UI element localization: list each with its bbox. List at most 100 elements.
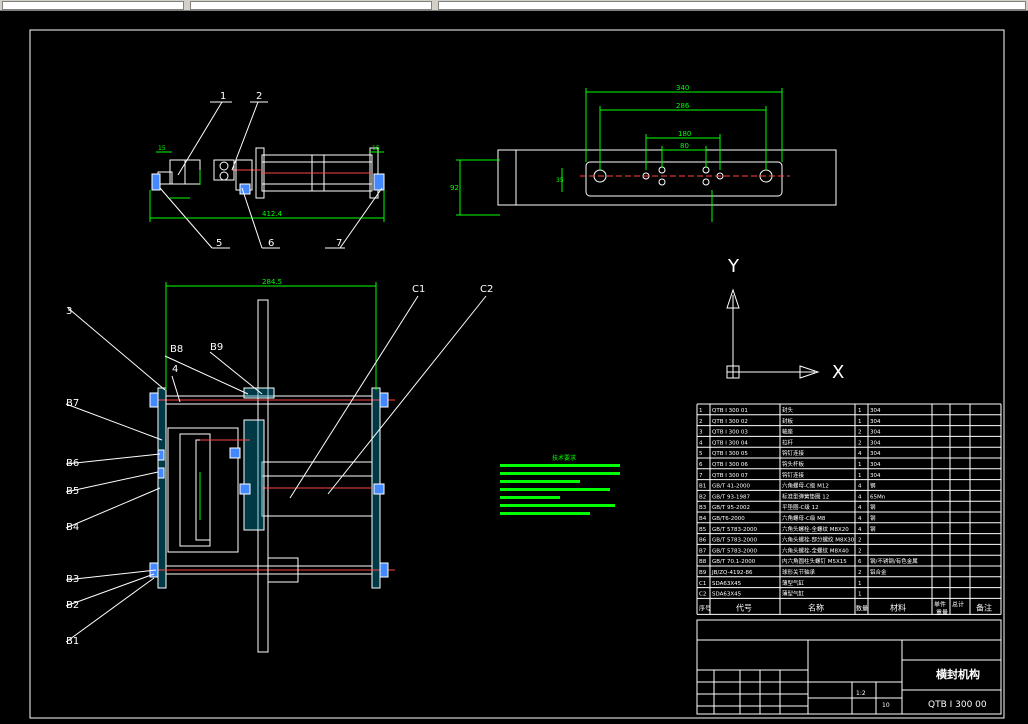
bom-cell-qty: 4 bbox=[858, 505, 862, 511]
bom-cell-no: B6 bbox=[699, 538, 707, 544]
bom-cell-name: 六角螺母-C级 M12 bbox=[782, 482, 829, 490]
bom-cell-name: 平垫圈-C级 12 bbox=[782, 503, 819, 511]
bom-cell-qty: 1 bbox=[858, 462, 862, 468]
dim-plate-height: 92 bbox=[450, 184, 459, 192]
bom-cell-qty: 2 bbox=[858, 440, 862, 446]
cad-drawing-canvas[interactable]: 412.4 15 15 1 2 5 6 7 340 286 180 80 92 … bbox=[0, 10, 1028, 724]
balloon-b2: B2 bbox=[66, 600, 79, 611]
balloon-b3: B3 bbox=[66, 574, 79, 585]
bom-cell-material: 304 bbox=[870, 473, 881, 479]
bom-cell-code: GB/T 5783-2000 bbox=[712, 538, 757, 544]
bom-cell-no: B9 bbox=[699, 570, 707, 576]
top-view bbox=[151, 147, 385, 199]
balloon-b7: B7 bbox=[66, 398, 79, 409]
front-view-fasteners bbox=[149, 392, 389, 578]
bom-cell-code: QTB I 300 03 bbox=[712, 430, 748, 436]
bom-cell-code: QTB I 300 05 bbox=[712, 451, 748, 457]
balloon-b5: B5 bbox=[66, 486, 79, 497]
bom-cell-code: SDA63X45 bbox=[712, 581, 742, 587]
bom-cell-code: QTB I 300 02 bbox=[712, 419, 748, 425]
bom-cell-code: GB/T 5783-2000 bbox=[712, 548, 757, 554]
axis-y-label: Y bbox=[727, 256, 740, 277]
bom-cell-material: 304 bbox=[870, 440, 881, 446]
bom-cell-code: QTB I 300 04 bbox=[712, 440, 748, 446]
bom-cell-material: 304 bbox=[870, 462, 881, 468]
bom-cell-name: 内六角圆柱头螺钉 M5X15 bbox=[782, 557, 847, 565]
dim-plate-outer: 340 bbox=[676, 84, 689, 92]
front-view-labels: 3 B8 B9 4 B7 B6 B5 B4 B3 B2 B1 C1 C2 bbox=[66, 284, 493, 647]
balloon-b1: B1 bbox=[66, 636, 79, 647]
axis-x-label: X bbox=[832, 362, 844, 383]
bom-cell-code: GB/T 93-1987 bbox=[712, 494, 750, 500]
balloon-c2: C2 bbox=[480, 284, 493, 295]
bom-cell-qty: 4 bbox=[858, 516, 862, 522]
bom-cell-no: 3 bbox=[699, 430, 703, 436]
bom-header-unit: 单件 bbox=[934, 600, 946, 608]
balloon-b6: B6 bbox=[66, 458, 79, 469]
bom-header-name: 名称 bbox=[808, 602, 824, 612]
dim-front-width: 284.5 bbox=[262, 278, 282, 286]
balloon-2: 2 bbox=[256, 91, 262, 102]
dim-plate-hole: 80 bbox=[680, 142, 689, 150]
dim-top-left: 15 bbox=[158, 145, 166, 152]
balloon-4: 4 bbox=[172, 364, 178, 375]
bom-cell-no: 1 bbox=[699, 408, 703, 414]
bom-cell-name: 六角头螺栓-部分螺纹 M8X30 bbox=[782, 536, 855, 544]
bom-cell-name: 轴座 bbox=[782, 428, 794, 436]
bom-cell-qty: 4 bbox=[858, 484, 862, 490]
bom-cell-material: 钢 bbox=[870, 503, 876, 511]
balloon-b8: B8 bbox=[170, 344, 183, 355]
bom-cell-no: B8 bbox=[699, 559, 707, 565]
title-block-drawing-no: QTB I 300 00 bbox=[928, 700, 987, 710]
bom-cell-material: 304 bbox=[870, 408, 881, 414]
bom-cell-no: C2 bbox=[699, 592, 706, 598]
bom-cell-name: 六角头螺栓-全螺纹 M8X40 bbox=[782, 546, 849, 554]
bom-cell-name: 薄型气缸 bbox=[782, 590, 805, 598]
dim-top-overall: 412.4 bbox=[262, 210, 283, 218]
bom-cell-no: 4 bbox=[699, 440, 703, 446]
bom-cell-code: QTB I 300 01 bbox=[712, 408, 748, 414]
balloon-1: 1 bbox=[220, 91, 226, 102]
technical-notes: 技术要求 bbox=[500, 454, 620, 515]
bom-cell-no: 2 bbox=[699, 419, 703, 425]
properties-toolbar-field[interactable] bbox=[438, 1, 1026, 10]
bom-cell-qty: 2 bbox=[858, 548, 862, 554]
bom-cell-name: 标准型弹簧垫圈 12 bbox=[782, 492, 829, 500]
balloon-3: 3 bbox=[66, 306, 72, 317]
bom-cell-name: 钩钉连接 bbox=[782, 449, 805, 457]
bom-cell-qty: 2 bbox=[858, 538, 862, 544]
bom-cell-qty: 1 bbox=[858, 408, 862, 414]
title-block-scale: 1:2 bbox=[856, 690, 866, 697]
balloon-6: 6 bbox=[268, 238, 274, 249]
ucs-icon bbox=[726, 288, 820, 379]
bom-cell-material: 铝合金 bbox=[870, 568, 887, 576]
layer-toolbar-field[interactable] bbox=[2, 1, 184, 10]
title-block-sheet: 10 bbox=[882, 702, 890, 709]
bom-cell-qty: 1 bbox=[858, 581, 862, 587]
style-toolbar-field[interactable] bbox=[190, 1, 432, 10]
plate-dimensions bbox=[456, 88, 783, 222]
bom-cell-name: 封板 bbox=[782, 417, 794, 425]
bom-header-material: 材料 bbox=[890, 602, 906, 612]
front-view-dimensions bbox=[165, 282, 377, 520]
bom-cell-code: QTB I 300 07 bbox=[712, 473, 748, 479]
bom-header-total: 总计 bbox=[952, 600, 964, 608]
bom-cell-no: B2 bbox=[699, 494, 706, 500]
bom-cell-code: GB/T 70.1-2000 bbox=[712, 559, 756, 565]
front-view-leaders bbox=[65, 295, 487, 643]
bom-cell-no: C1 bbox=[699, 581, 706, 587]
bom-cell-material: 304 bbox=[870, 451, 881, 457]
top-view-leaders bbox=[159, 101, 383, 249]
bom-cell-qty: 4 bbox=[858, 494, 862, 500]
bom-cell-qty: 1 bbox=[858, 473, 862, 479]
bom-cell-qty: 4 bbox=[858, 527, 862, 533]
bom-cell-qty: 4 bbox=[858, 451, 862, 457]
dim-plate-mid: 286 bbox=[676, 102, 690, 110]
bom-cell-qty: 1 bbox=[858, 419, 862, 425]
bom-header-remark: 备注 bbox=[976, 602, 992, 612]
bom-cell-material: 65Mn bbox=[870, 494, 886, 500]
balloon-b9: B9 bbox=[210, 342, 223, 353]
bom-cell-code: SDA63X45 bbox=[712, 592, 742, 598]
bom-cell-name: 钩头杆板 bbox=[782, 460, 805, 468]
bom-cell-qty: 2 bbox=[858, 430, 862, 436]
